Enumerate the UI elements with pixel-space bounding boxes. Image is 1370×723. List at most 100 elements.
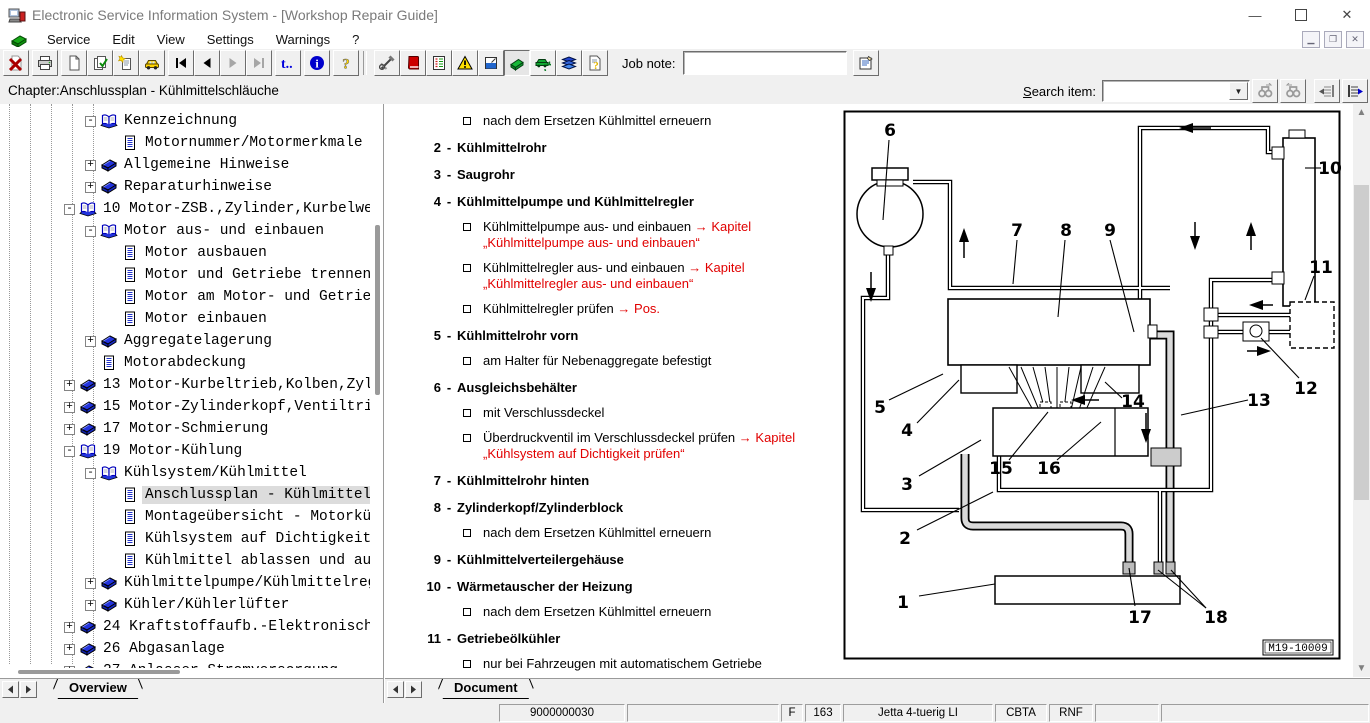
tab-overview[interactable]: Overview <box>49 679 147 699</box>
tree-item-label[interactable]: Motorabdeckung <box>121 354 249 372</box>
search-forward-button[interactable] <box>1252 79 1278 103</box>
menu-item-settings[interactable]: Settings <box>196 32 265 47</box>
tree-item[interactable]: - 10 Motor-ZSB.,Zylinder,Kurbelwelle <box>0 198 370 220</box>
tree-item-label[interactable]: Reparaturhinweise <box>121 178 275 196</box>
close-button[interactable]: ✕ <box>1324 0 1370 30</box>
menu-item-edit[interactable]: Edit <box>101 32 145 47</box>
tree-item-label[interactable]: Kühlsystem auf Dichtigkeit prüfen <box>142 530 370 548</box>
tree-item[interactable]: - 19 Motor-Kühlung <box>0 440 370 462</box>
tree-item-label[interactable]: 17 Motor-Schmierung <box>100 420 271 438</box>
info-button[interactable]: i <box>304 50 330 76</box>
doc-check-button[interactable] <box>87 50 113 76</box>
tree-item-label[interactable]: Motor und Getriebe trennen und verbinden <box>142 266 370 284</box>
tree-item-label[interactable]: Kühlmittelpumpe/Kühlmittelregler <box>121 574 370 592</box>
document-vertical-scrollbar[interactable]: ▲ ▼ <box>1353 104 1370 677</box>
job-note-properties-button[interactable] <box>853 50 879 76</box>
tree-item[interactable]: + Kühler/Kühlerlüfter <box>0 594 370 616</box>
tree-item[interactable]: Motor einbauen <box>0 308 370 330</box>
warning-button[interactable] <box>452 50 478 76</box>
expand-icon[interactable]: + <box>64 380 75 391</box>
history-button[interactable]: t.. <box>275 50 301 76</box>
tools-button[interactable] <box>374 50 400 76</box>
tree-item-label[interactable]: Kühler/Kühlerlüfter <box>121 596 292 614</box>
collapse-icon[interactable]: - <box>85 116 96 127</box>
scroll-up-icon[interactable]: ▲ <box>1353 104 1370 121</box>
tree-item-label[interactable]: Kennzeichnung <box>121 112 240 130</box>
tree-item[interactable]: +15 Motor-Zylinderkopf,Ventiltrieb <box>0 396 370 418</box>
minimize-button[interactable]: — <box>1232 0 1278 30</box>
tree-item[interactable]: Anschlussplan - Kühlmittelschläuche <box>0 484 370 506</box>
tree-item[interactable]: Kühlmittel ablassen und auffüllen <box>0 550 370 572</box>
menu-item-service[interactable]: Service <box>36 32 101 47</box>
book-red-button[interactable] <box>400 50 426 76</box>
tree-item-label[interactable]: Aggregatelagerung <box>121 332 275 350</box>
expand-icon[interactable]: + <box>64 666 75 669</box>
scrollbar-thumb[interactable] <box>1354 185 1369 500</box>
mdi-close-button[interactable]: ✕ <box>1346 31 1364 48</box>
list-button[interactable] <box>426 50 452 76</box>
tree-item[interactable]: - Motor aus- und einbauen <box>0 220 370 242</box>
tree-item-label[interactable]: Kühlmittel ablassen und auffüllen <box>142 552 370 570</box>
mdi-minimize-button[interactable]: ▁ <box>1302 31 1320 48</box>
tree-item-label[interactable]: Motor am Motor- und Getriebehalter <box>142 288 370 306</box>
help-button[interactable]: ? <box>333 50 359 76</box>
tree-item-label[interactable]: 24 Kraftstoffaufb.-Elektronische Einspri… <box>100 618 370 636</box>
menu-item-warnings[interactable]: Warnings <box>265 32 341 47</box>
nav-prev-button[interactable] <box>194 50 220 76</box>
tree-item[interactable]: Motor am Motor- und Getriebehalter <box>0 286 370 308</box>
tree-item-label[interactable]: 15 Motor-Zylinderkopf,Ventiltrieb <box>100 398 370 416</box>
collapse-icon[interactable]: - <box>85 468 96 479</box>
job-note-input[interactable] <box>683 51 847 75</box>
scroll-down-icon[interactable]: ▼ <box>1353 660 1370 677</box>
tree-item[interactable]: +17 Motor-Schmierung <box>0 418 370 440</box>
new-note-button[interactable] <box>113 50 139 76</box>
car-button[interactable] <box>139 50 165 76</box>
expand-icon[interactable]: + <box>64 424 75 435</box>
exit-button[interactable] <box>3 50 29 76</box>
expand-icon[interactable]: + <box>85 578 96 589</box>
chapter-link[interactable]: → Kapitel „Kühlsystem auf Dichtigkeit pr… <box>483 430 795 461</box>
expand-icon[interactable]: + <box>85 600 96 611</box>
tree-item[interactable]: Motorabdeckung <box>0 352 370 374</box>
tree-item-label[interactable]: Motor einbauen <box>142 310 270 328</box>
tree-item[interactable]: + Allgemeine Hinweise <box>0 154 370 176</box>
tree-item[interactable]: +Reparaturhinweise <box>0 176 370 198</box>
tree-item[interactable]: - Kennzeichnung <box>0 110 370 132</box>
collapse-icon[interactable]: - <box>64 204 75 215</box>
tree-item-label[interactable]: Motor aus- und einbauen <box>121 222 327 240</box>
jump-next-button[interactable] <box>1342 79 1368 103</box>
tree-item[interactable]: +26 Abgasanlage <box>0 638 370 660</box>
tree-item[interactable]: Motor und Getriebe trennen und verbinden <box>0 264 370 286</box>
tree-item-label[interactable]: 10 Motor-ZSB.,Zylinder,Kurbelwelle <box>100 200 370 218</box>
tree-item[interactable]: +27 Anlasser,Stromversorgung <box>0 660 370 668</box>
expand-icon[interactable]: + <box>64 622 75 633</box>
chapter-link[interactable]: → Kapitel „Kühlmittelpumpe aus- und einb… <box>483 219 751 250</box>
expand-icon[interactable]: + <box>85 336 96 347</box>
tree-item[interactable]: Kühlsystem auf Dichtigkeit prüfen <box>0 528 370 550</box>
tab-document[interactable]: Document <box>434 679 538 699</box>
tree-item[interactable]: Motor ausbauen <box>0 242 370 264</box>
tree-item[interactable]: +13 Motor-Kurbeltrieb,Kolben,Zylinder <box>0 374 370 396</box>
tree-item-label[interactable]: Allgemeine Hinweise <box>121 156 292 174</box>
tree-item-label[interactable]: Montageübersicht - Motorkühlung <box>142 508 370 526</box>
expand-icon[interactable]: + <box>64 402 75 413</box>
books-blue-button[interactable] <box>556 50 582 76</box>
paint-button[interactable] <box>478 50 504 76</box>
jump-previous-button[interactable] <box>1314 79 1340 103</box>
expand-icon[interactable]: + <box>85 160 96 171</box>
tree-horizontal-scrollbar[interactable] <box>18 670 180 674</box>
menu-item-view[interactable]: View <box>146 32 196 47</box>
mdi-restore-button[interactable]: ❐ <box>1324 31 1342 48</box>
tree-item[interactable]: Montageübersicht - Motorkühlung <box>0 506 370 528</box>
tab-scroll-left-button[interactable] <box>2 681 19 698</box>
tree-item-label[interactable]: Motornummer/Motormerkmale <box>142 134 366 152</box>
search-item-combobox[interactable]: ▼ <box>1102 80 1250 102</box>
collapse-icon[interactable]: - <box>64 446 75 457</box>
tree-item[interactable]: Motornummer/Motormerkmale <box>0 132 370 154</box>
tree-item[interactable]: +24 Kraftstoffaufb.-Elektronische Einspr… <box>0 616 370 638</box>
tree-item-label[interactable]: Kühlsystem/Kühlmittel <box>121 464 310 482</box>
eraser-green-button[interactable] <box>504 50 530 76</box>
collapse-icon[interactable]: - <box>85 226 96 237</box>
tree-item-label[interactable]: 19 Motor-Kühlung <box>100 442 245 460</box>
tab-scroll-right-button[interactable] <box>20 681 37 698</box>
